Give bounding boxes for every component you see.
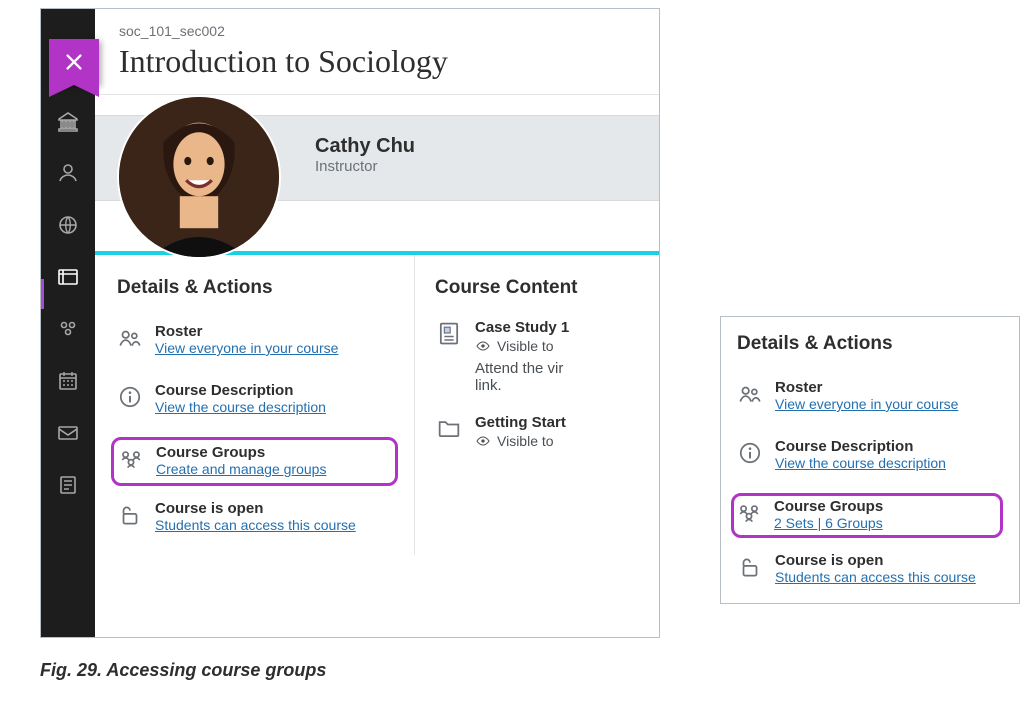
course-window: soc_101_sec002 Introduction to Sociology	[40, 8, 660, 638]
course-content-panel: Course Content Case Study 1 Visible to A…	[415, 255, 659, 555]
eye-icon	[475, 433, 491, 449]
close-button[interactable]	[49, 39, 99, 85]
close-icon	[63, 51, 85, 73]
details-heading-b: Details & Actions	[737, 333, 1003, 355]
content-heading: Course Content	[435, 277, 659, 299]
roster-item-b: Roster View everyone in your course	[737, 375, 1003, 418]
main-nav-sidebar	[41, 9, 95, 637]
content-item-2[interactable]: Getting Start Visible to	[435, 414, 659, 449]
description-link[interactable]: View the course description	[155, 399, 326, 415]
description-link-b[interactable]: View the course description	[775, 455, 946, 471]
course-groups-item-b: Course Groups 2 Sets | 6 Groups	[731, 493, 1003, 538]
instructor-banner: Cathy Chu Instructor	[95, 95, 659, 255]
avatar-placeholder-icon	[119, 97, 279, 257]
course-id: soc_101_sec002	[119, 23, 639, 39]
nav-courses-icon[interactable]	[56, 265, 80, 289]
instructor-name: Cathy Chu	[315, 135, 415, 158]
description-label-b: Course Description	[775, 438, 946, 455]
groups-icon	[736, 500, 762, 526]
unlock-icon	[117, 502, 143, 528]
content-item-1[interactable]: Case Study 1 Visible to Attend the vir l…	[435, 319, 659, 394]
description-label: Course Description	[155, 382, 326, 399]
course-title: Introduction to Sociology	[119, 43, 639, 80]
course-open-item-b: Course is open Students can access this …	[737, 548, 1003, 591]
details-actions-panel: Details & Actions Roster View everyone i…	[95, 255, 415, 555]
details-heading: Details & Actions	[117, 277, 398, 299]
roster-icon	[117, 325, 143, 351]
instructor-meta: Cathy Chu Instructor	[315, 135, 415, 175]
nav-activity-icon[interactable]	[56, 213, 80, 237]
info-icon	[737, 440, 763, 466]
nav-grades-icon[interactable]	[56, 473, 80, 497]
groups-label: Course Groups	[156, 444, 326, 461]
nav-calendar-icon[interactable]	[56, 369, 80, 393]
content1-visibility: Visible to	[497, 338, 554, 354]
document-icon	[435, 319, 463, 347]
folder-icon	[435, 414, 463, 442]
roster-link[interactable]: View everyone in your course	[155, 340, 338, 356]
figure-caption: Fig. 29. Accessing course groups	[40, 660, 326, 681]
roster-label-b: Roster	[775, 379, 958, 396]
content1-desc: Attend the vir link.	[475, 360, 659, 394]
nav-messages-icon[interactable]	[56, 421, 80, 445]
open-link-b[interactable]: Students can access this course	[775, 569, 976, 585]
content1-title: Case Study 1	[475, 319, 569, 336]
roster-link-b[interactable]: View everyone in your course	[775, 396, 958, 412]
roster-item: Roster View everyone in your course	[117, 319, 398, 362]
open-label-b: Course is open	[775, 552, 976, 569]
content2-title: Getting Start	[475, 414, 566, 431]
content2-visibility: Visible to	[497, 433, 554, 449]
nav-organizations-icon[interactable]	[56, 317, 80, 341]
course-description-item-b: Course Description View the course descr…	[737, 434, 1003, 477]
roster-label: Roster	[155, 323, 338, 340]
groups-link[interactable]: Create and manage groups	[156, 461, 326, 477]
course-description-item: Course Description View the course descr…	[117, 378, 398, 421]
unlock-icon	[737, 554, 763, 580]
course-header: soc_101_sec002 Introduction to Sociology	[95, 9, 659, 95]
course-open-item: Course is open Students can access this …	[117, 496, 398, 539]
eye-icon	[475, 338, 491, 354]
instructor-avatar[interactable]	[117, 95, 281, 259]
groups-icon	[118, 446, 144, 472]
groups-label-b: Course Groups	[774, 498, 883, 515]
instructor-role: Instructor	[315, 158, 415, 175]
course-groups-item: Course Groups Create and manage groups	[111, 437, 398, 486]
nav-profile-icon[interactable]	[56, 161, 80, 185]
nav-active-indicator	[41, 279, 44, 309]
open-label: Course is open	[155, 500, 356, 517]
nav-institution-icon[interactable]	[56, 109, 80, 133]
roster-icon	[737, 381, 763, 407]
info-icon	[117, 384, 143, 410]
details-actions-snippet: Details & Actions Roster View everyone i…	[720, 316, 1020, 604]
groups-link-b[interactable]: 2 Sets | 6 Groups	[774, 515, 883, 531]
open-link[interactable]: Students can access this course	[155, 517, 356, 533]
